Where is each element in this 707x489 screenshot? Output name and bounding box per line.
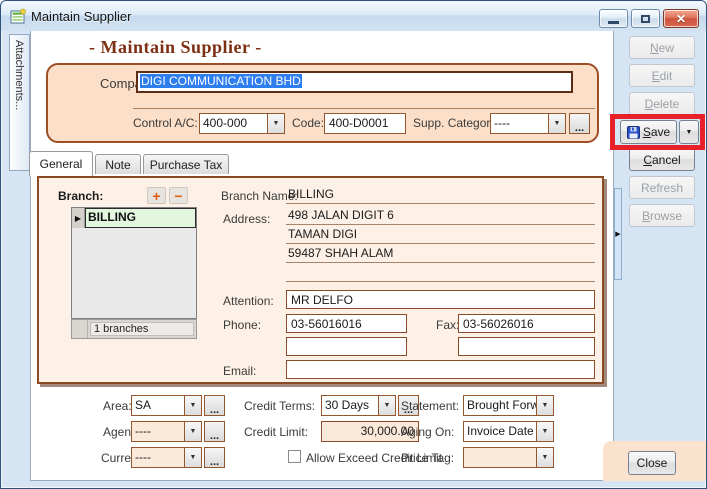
address-line-4[interactable] (286, 264, 595, 282)
fax-input[interactable]: 03-56026016 (458, 314, 595, 333)
address-line-3[interactable]: 59487 SHAH ALAM (286, 245, 595, 263)
area-browse-button[interactable]: ... (204, 395, 225, 416)
maximize-button[interactable] (631, 9, 660, 28)
address-label: Address: (223, 212, 270, 226)
tab-purchase-tax[interactable]: Purchase Tax (143, 154, 229, 174)
aging-on-label: Aging On: (401, 425, 454, 439)
chevron-down-icon[interactable]: ▼ (184, 422, 201, 441)
aging-on-dropdown[interactable]: Invoice Date ▼ (463, 421, 554, 442)
credit-terms-label: Credit Terms: (244, 399, 315, 413)
control-ac-dropdown[interactable]: 400-000 ▼ (199, 113, 285, 134)
tab-note[interactable]: Note (95, 154, 141, 174)
remove-branch-button[interactable]: − (169, 187, 188, 204)
splitter-arrow-icon: ▶ (615, 230, 620, 238)
supp-category-label: Supp. Category: (413, 116, 500, 130)
statement-label: Statement: (401, 399, 459, 413)
supp-category-dropdown[interactable]: ---- ▼ (490, 113, 566, 134)
new-button[interactable]: New (629, 36, 695, 59)
minimize-button[interactable] (599, 9, 628, 28)
branch-grid[interactable]: ▶ BILLING (71, 207, 197, 319)
chevron-down-icon[interactable]: ▼ (548, 114, 565, 133)
company-input[interactable]: DIGI COMMUNICATION BHD (136, 71, 573, 93)
minimize-icon (608, 21, 619, 24)
currency-browse-button[interactable]: ... (204, 447, 225, 468)
close-window-button[interactable]: ✕ (663, 9, 699, 28)
fax-label: Fax: (436, 318, 459, 332)
maximize-icon (641, 15, 650, 23)
branch-row[interactable]: ▶ BILLING (72, 208, 196, 228)
agent-browse-button[interactable]: ... (204, 421, 225, 442)
agent-dropdown[interactable]: ---- ▼ (131, 421, 202, 442)
page-title: - Maintain Supplier - (89, 37, 262, 58)
close-icon: ✕ (676, 12, 686, 26)
phone-input[interactable]: 03-56016016 (286, 314, 407, 333)
edit-button[interactable]: Edit (629, 64, 695, 87)
code-label: Code: (292, 116, 324, 130)
branch-row-name: BILLING (85, 208, 196, 228)
chevron-down-icon: ▼ (686, 129, 693, 136)
chevron-down-icon[interactable]: ▼ (536, 396, 553, 415)
currency-dropdown[interactable]: ---- ▼ (131, 447, 202, 468)
address-line-1[interactable]: 498 JALAN DIGIT 6 (286, 207, 595, 225)
allow-exceed-checkbox[interactable] (288, 450, 301, 463)
delete-button[interactable]: Delete (629, 92, 695, 115)
chevron-down-icon[interactable]: ▼ (536, 422, 553, 441)
company-value: DIGI COMMUNICATION BHD (140, 74, 302, 88)
email-input[interactable] (286, 360, 595, 379)
supp-category-browse-button[interactable]: ... (569, 113, 590, 134)
chevron-down-icon[interactable]: ▼ (184, 396, 201, 415)
branch-name-field[interactable]: BILLING (286, 186, 595, 204)
credit-limit-label: Credit Limit: (244, 425, 308, 439)
app-icon (10, 8, 27, 25)
code-input[interactable]: 400-D0001 (324, 113, 406, 134)
price-tag-label: Price Tag: (401, 451, 454, 465)
title-bar: Maintain Supplier ✕ (1, 1, 706, 31)
control-ac-label: Control A/C: (133, 116, 198, 130)
phone2-input[interactable] (286, 337, 407, 356)
area-label: Area: (103, 399, 132, 413)
add-branch-button[interactable]: + (147, 187, 166, 204)
cancel-button[interactable]: Cancel (629, 148, 695, 171)
refresh-button[interactable]: Refresh (629, 176, 695, 199)
browse-button[interactable]: Browse (629, 204, 695, 227)
statement-dropdown[interactable]: Brought Forw ▼ (463, 395, 554, 416)
attachments-tab[interactable]: Attachments... (9, 34, 30, 171)
tab-general[interactable]: General (29, 151, 93, 176)
maintain-supplier-window: Maintain Supplier ✕ Attachments... - Mai… (0, 0, 707, 489)
company-panel: Company: DIGI COMMUNICATION BHD Control … (46, 63, 599, 143)
save-floppy-icon (627, 126, 640, 139)
chevron-down-icon[interactable]: ▼ (267, 114, 284, 133)
address-line-2[interactable]: TAMAN DIGI (286, 226, 595, 244)
branch-label: Branch: (58, 189, 103, 203)
row-selector-icon: ▶ (72, 208, 85, 228)
save-button[interactable]: Save (620, 120, 677, 144)
attention-label: Attention: (223, 294, 274, 308)
save-options-arrow-button[interactable]: ▼ (679, 120, 699, 144)
chevron-down-icon[interactable]: ▼ (378, 396, 395, 415)
email-label: Email: (223, 364, 256, 378)
chevron-down-icon[interactable]: ▼ (536, 448, 553, 467)
general-tab-panel: Branch: + − ▶ BILLING 1 branches Branch … (37, 176, 604, 384)
chevron-down-icon[interactable]: ▼ (184, 448, 201, 467)
panel-splitter[interactable]: ▶ (614, 188, 622, 280)
credit-terms-dropdown[interactable]: 30 Days ▼ (321, 395, 396, 416)
window-title: Maintain Supplier (31, 9, 131, 24)
branch-grid-statusbar: 1 branches (71, 319, 197, 339)
attention-input[interactable]: MR DELFO (286, 290, 595, 309)
price-tag-dropdown[interactable]: ▼ (463, 447, 554, 468)
fax2-input[interactable] (458, 337, 595, 356)
close-button[interactable]: Close (628, 451, 676, 475)
phone-label: Phone: (223, 318, 261, 332)
branch-count: 1 branches (90, 322, 194, 336)
area-dropdown[interactable]: SA ▼ (131, 395, 202, 416)
